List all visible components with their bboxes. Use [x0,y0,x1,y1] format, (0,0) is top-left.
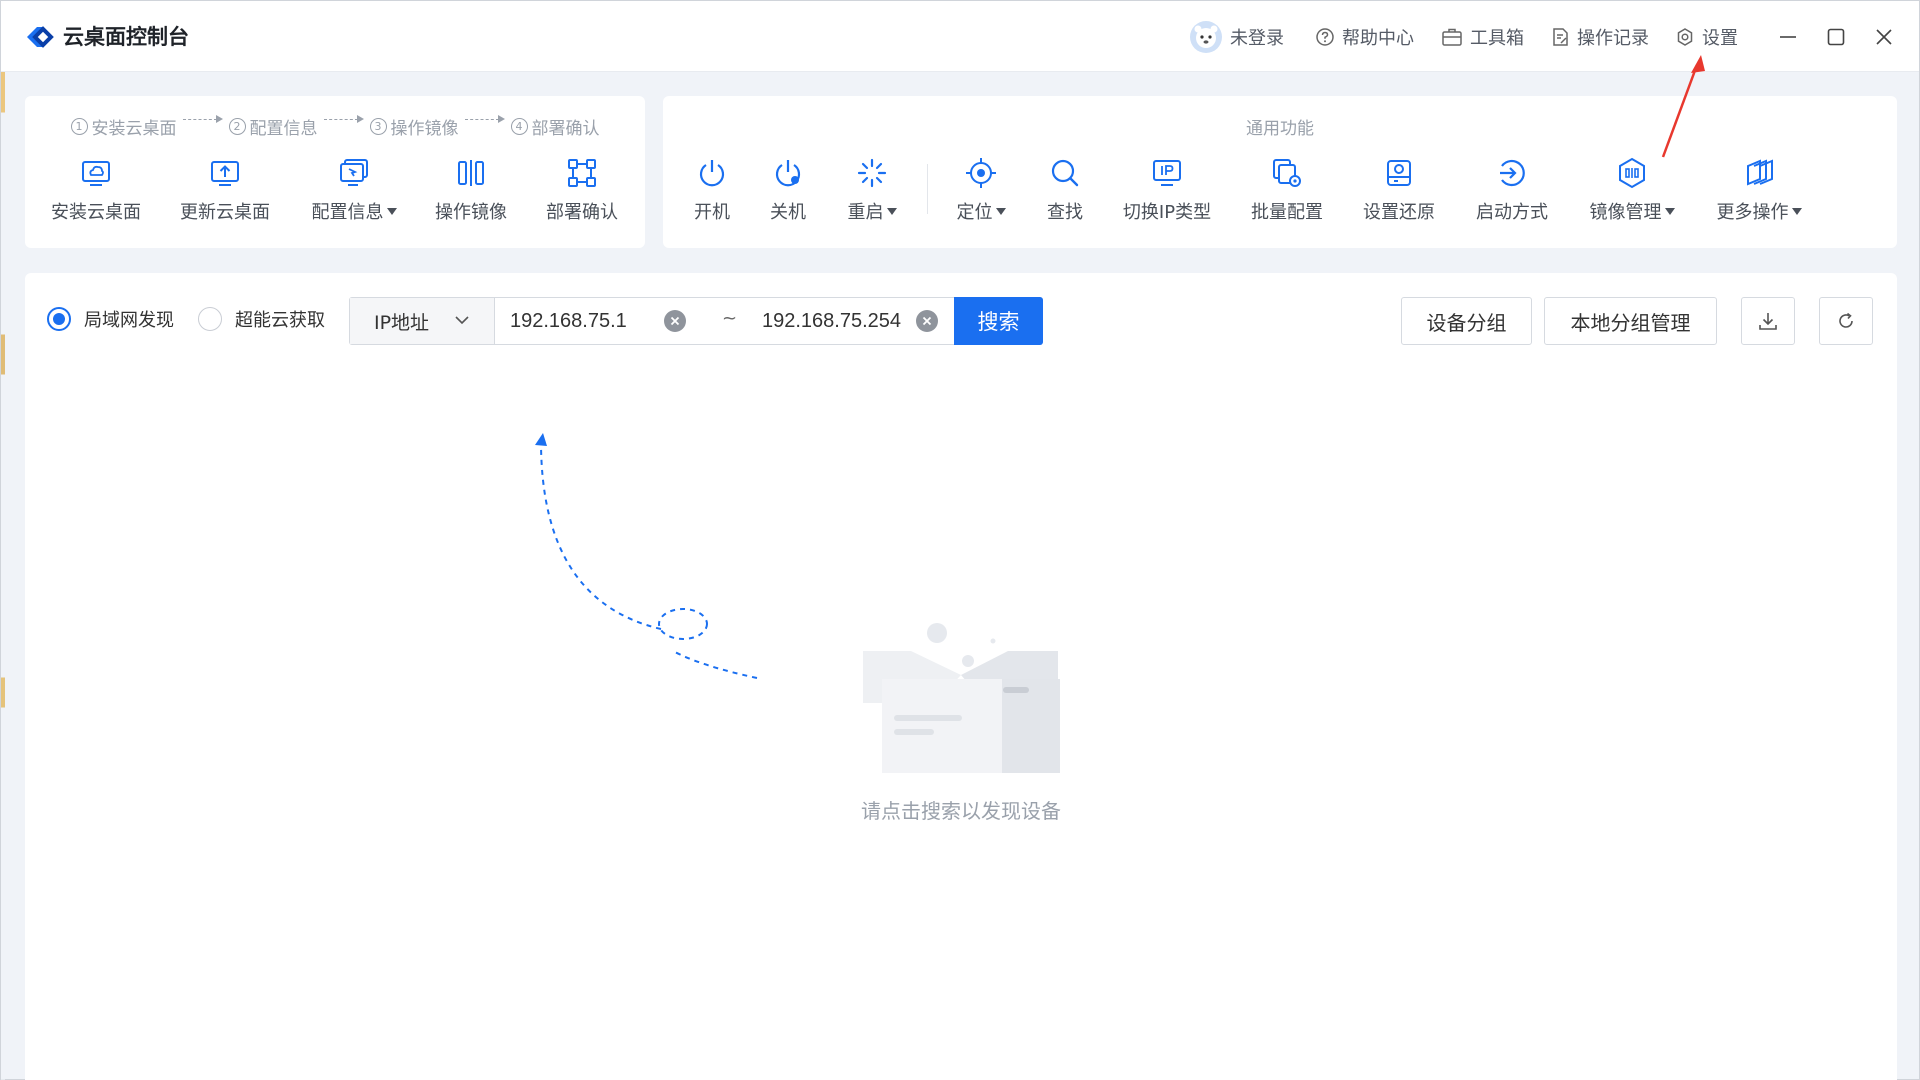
app-window: 云桌面控制台 未登录 帮助中心 工具箱 操作记录 设置 1 安装云桌面 2 配置… [0,0,1920,1080]
dropdown-caret-icon [1664,207,1675,215]
restart-button[interactable]: 重启 [817,156,927,224]
toolbox-label: 工具箱 [1470,28,1524,49]
config-info-icon [340,159,368,186]
batch-config-button[interactable]: 批量配置 [1232,156,1342,224]
wizard-steps: 1 安装云桌面 2 配置信息 3 操作镜像 4 部署确认 [25,114,645,139]
dropdown-caret-icon [1791,207,1802,215]
radio-lan-label: 局域网发现 [84,310,174,331]
annotation-arrow-icon [1661,55,1705,158]
install-desktop-icon [82,161,110,186]
ip-start-input[interactable] [510,298,670,344]
ip-range-search-group: IP地址 ~ [349,297,1043,345]
device-group-button[interactable]: 设备分组 [1401,297,1532,345]
image-manage-icon [1619,157,1645,189]
step-arrow [463,114,507,124]
empty-state-illustration [535,433,1060,773]
more-actions-button[interactable]: 更多操作 [1704,156,1814,224]
dropdown-caret-icon [386,207,397,215]
left-edge-strip [1,72,5,1080]
common-functions-panel: 通用功能 开机 关机 重启 定位 查找 切换IP类型 批量配置 设置还原 启动方… [663,96,1897,248]
search-type-select[interactable]: IP地址 [350,298,495,344]
radio-checked-icon [47,307,71,331]
batch-config-icon [1273,159,1301,187]
download-icon [1759,313,1777,330]
user-login[interactable]: 未登录 [1189,21,1284,53]
operate-mirror-button[interactable]: 操作镜像 [416,156,526,224]
step-arrow [181,114,225,124]
settings-restore-button[interactable]: 设置还原 [1344,156,1454,224]
section-title: 通用功能 [1246,119,1314,139]
install-desktop-button[interactable]: 安装云桌面 [41,156,151,224]
find-button[interactable]: 查找 [1010,156,1120,224]
switch-ip-type-button[interactable]: 切换IP类型 [1112,156,1222,224]
help-center-label: 帮助中心 [1342,28,1414,49]
close-icon [1876,29,1892,45]
image-manage-button[interactable]: 镜像管理 [1577,156,1687,224]
clear-icon [670,316,680,326]
refresh-icon [1839,312,1853,328]
close-button[interactable] [1868,21,1900,53]
wizard-step-3: 3 操作镜像 [369,114,459,139]
settings-link[interactable]: 设置 [1675,23,1738,51]
settings-gear-icon [1677,28,1693,46]
config-info-button[interactable]: 配置信息 [299,156,409,224]
chevron-down-icon [455,316,469,325]
update-desktop-button[interactable]: 更新云桌面 [170,156,280,224]
toolbox-link[interactable]: 工具箱 [1441,23,1524,51]
minimize-button[interactable] [1772,21,1804,53]
operation-log-label: 操作记录 [1577,28,1649,49]
deploy-wizard-panel: 1安装云桌面 2配置信息 3操作镜像 4部署确认 安装云桌面 更新云桌面 [25,96,645,248]
step-arrow [322,114,366,124]
dropdown-caret-icon [995,207,1006,215]
local-group-manage-button[interactable]: 本地分组管理 [1544,297,1717,345]
more-icon [1747,159,1773,186]
toolbox-icon [1442,28,1462,46]
clear-icon [922,316,932,326]
radio-unchecked-icon [198,307,222,331]
radio-cloud-fetch[interactable]: 超能云获取 [198,306,325,332]
power-off-icon [775,160,801,187]
help-icon [1316,28,1334,46]
operation-log-link[interactable]: 操作记录 [1550,23,1649,51]
boot-mode-icon [1500,159,1525,187]
app-logo-icon [27,26,54,48]
clear-ip-start-button[interactable] [664,310,686,332]
minimize-icon [1780,36,1796,38]
mirror-icon [458,160,484,186]
ip-range-separator: ~ [722,308,738,329]
help-center-link[interactable]: 帮助中心 [1315,23,1414,51]
title-bar: 云桌面控制台 未登录 帮助中心 工具箱 操作记录 设置 [1,1,1919,72]
wizard-step-4: 4 部署确认 [510,114,600,139]
search-button[interactable]: 搜索 [954,297,1043,345]
boot-mode-button[interactable]: 启动方式 [1457,156,1567,224]
dropdown-caret-icon [886,207,897,215]
maximize-icon [1827,28,1845,46]
empty-state-message: 请点击搜索以发现设备 [861,799,1061,823]
clear-ip-end-button[interactable] [916,310,938,332]
settings-label: 设置 [1702,28,1738,49]
user-status: 未登录 [1230,28,1284,49]
wizard-step-1: 1 安装云桌面 [70,114,177,139]
maximize-button[interactable] [1820,21,1852,53]
restart-icon [857,158,887,188]
ip-icon [1153,160,1181,186]
app-title: 云桌面控制台 [63,25,189,49]
restore-icon [1387,160,1411,186]
locate-icon [966,158,996,188]
wizard-step-2: 2 配置信息 [228,114,318,139]
avatar-icon [1190,21,1222,53]
ip-end-input[interactable] [762,298,922,344]
search-type-value: IP地址 [374,311,430,334]
download-button[interactable] [1741,297,1795,345]
radio-lan-discovery[interactable]: 局域网发现 [47,306,174,332]
power-on-icon [699,160,725,187]
refresh-button[interactable] [1819,297,1873,345]
deploy-confirm-button[interactable]: 部署确认 [527,156,637,224]
radio-cloud-label: 超能云获取 [235,310,325,331]
search-icon [1051,159,1079,187]
log-icon [1553,28,1568,46]
update-desktop-icon [211,161,239,186]
deploy-icon [568,159,596,187]
